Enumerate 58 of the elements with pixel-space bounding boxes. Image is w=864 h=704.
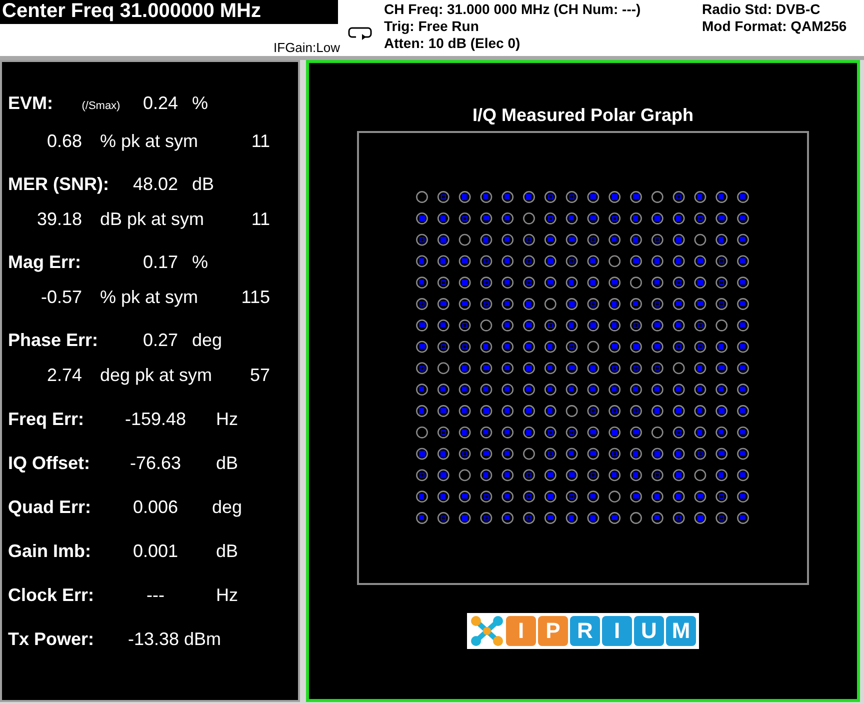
metric-label: EVM: xyxy=(7,92,53,114)
status-line: Trig: Free Run xyxy=(384,18,480,35)
metric-unit: dB xyxy=(214,452,240,474)
logo-mark-icon xyxy=(470,615,504,647)
peak-unit: % pk at sym xyxy=(100,286,200,308)
metric-value: -13.38 dBm xyxy=(127,628,222,650)
metric-label: Tx Power: xyxy=(7,628,96,650)
metric-unit: Hz xyxy=(215,584,239,606)
metric-unit: dB xyxy=(214,540,240,562)
peak-unit: dB pk at sym xyxy=(100,208,206,230)
status-line: CH Freq: 31.000 000 MHz (CH Num: ---) xyxy=(384,1,642,18)
status-line: Mod Format: QAM256 xyxy=(702,18,847,35)
logo-letter: P xyxy=(538,616,568,646)
metric-label: Phase Err: xyxy=(7,329,98,351)
metric-unit: deg xyxy=(192,329,224,351)
peak-value: 39.18 xyxy=(36,208,82,230)
logo-letter: I xyxy=(506,616,536,646)
peak-value: -0.57 xyxy=(40,286,82,308)
logo-letter: R xyxy=(570,616,600,646)
center-freq-title: Center Freq 31.000000 MHz xyxy=(0,0,338,24)
metric-label: IQ Offset: xyxy=(7,452,92,474)
metric-label: Clock Err: xyxy=(7,584,96,606)
logo-letter: I xyxy=(602,616,632,646)
if-gain-label: IFGain:Low xyxy=(274,40,340,55)
metric-unit: dB xyxy=(192,173,216,195)
logo-letter: U xyxy=(634,616,664,646)
metric-unit: deg xyxy=(210,496,244,518)
peak-unit: % pk at sym xyxy=(100,130,200,152)
metric-value: -76.63 xyxy=(128,452,182,474)
metric-value: 0.001 xyxy=(132,540,180,562)
logo-letter: M xyxy=(666,616,696,646)
metric-note: (/Smax) xyxy=(82,99,120,114)
graph-title: I/Q Measured Polar Graph xyxy=(472,105,694,127)
metric-label: Quad Err: xyxy=(7,496,92,518)
metric-unit: % xyxy=(192,92,210,115)
symbol-index: 115 xyxy=(240,286,270,308)
metric-value: -159.48 xyxy=(124,408,188,430)
metric-value: 0.006 xyxy=(132,496,180,518)
symbol-index: 11 xyxy=(250,208,270,230)
metric-label: MER (SNR): xyxy=(7,173,109,195)
symbol-index: 57 xyxy=(248,364,270,386)
metric-value: 0.17 xyxy=(142,251,178,273)
loop-arrow-icon[interactable] xyxy=(348,27,372,41)
metric-value: 48.02 xyxy=(132,173,178,195)
peak-unit: deg pk at sym xyxy=(100,364,214,386)
peak-value: 0.68 xyxy=(46,130,82,152)
metric-unit: Hz xyxy=(215,408,239,430)
metric-label: Mag Err: xyxy=(7,251,82,273)
status-line: Atten: 10 dB (Elec 0) xyxy=(384,35,522,52)
metric-value: 0.24 xyxy=(142,92,178,114)
metric-value: 0.27 xyxy=(142,329,178,351)
peak-value: 2.74 xyxy=(46,364,82,386)
status-line: Radio Std: DVB-C xyxy=(702,1,822,18)
metric-label: Freq Err: xyxy=(7,408,86,430)
metric-label: Gain Imb: xyxy=(7,540,92,562)
metric-unit: % xyxy=(192,251,210,273)
metric-value: --- xyxy=(146,584,166,606)
symbol-index: 11 xyxy=(250,130,270,152)
